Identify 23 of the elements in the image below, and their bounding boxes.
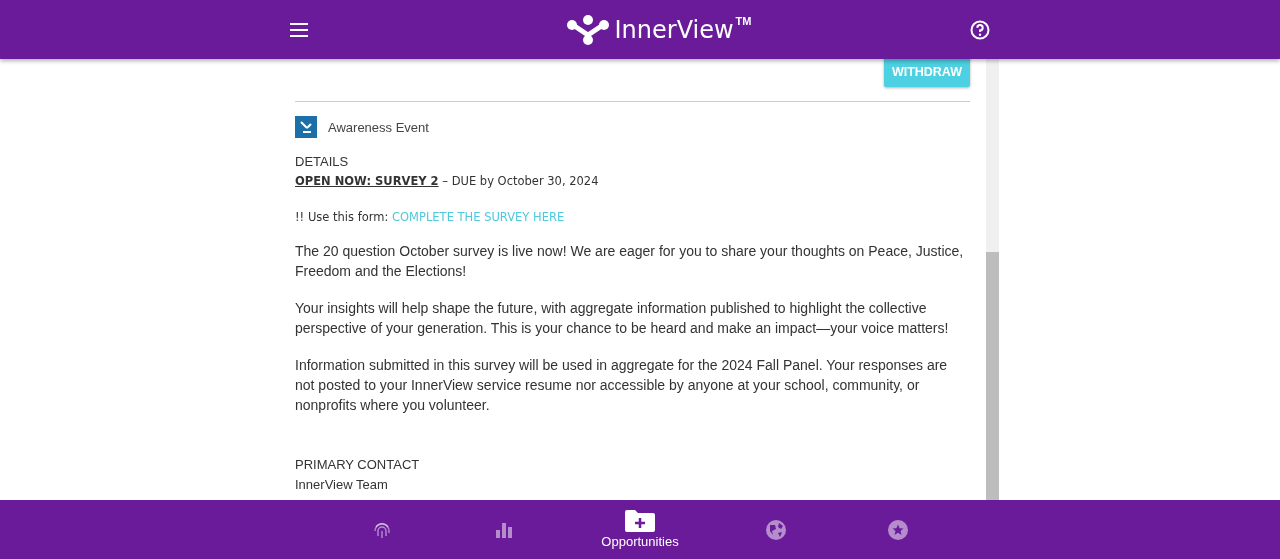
- due-date: – DUE by October 30, 2024: [441, 174, 599, 188]
- description-paragraph: Your insights will help shape the future, with aggregate information published to highlight the collective perspective of your generation. This is your chance to be heard and make an impact—your voice matters!: [295, 299, 950, 338]
- scrollbar[interactable]: [986, 59, 999, 500]
- help-icon[interactable]: [970, 19, 990, 40]
- bar-chart-icon: [495, 520, 513, 539]
- folder-plus-icon: [625, 510, 655, 532]
- survey-title: OPEN NOW: SURVEY 2: [295, 174, 439, 188]
- description-paragraph: Information submitted in this survey will be used in aggregate for the 2024 Fall Panel. Your responses are not posted to your InnerView service resume nor accessible by anyone at your school, community, or nonprofits where you volunteer.: [295, 356, 949, 415]
- category-label: Awareness Event: [328, 119, 429, 135]
- event-icon: [295, 116, 317, 138]
- menu-icon[interactable]: [290, 22, 308, 37]
- logo-icon: [566, 14, 609, 45]
- contact-name: InnerView Team: [295, 477, 389, 492]
- survey-link[interactable]: COMPLETE THE SURVEY HERE: [392, 210, 565, 224]
- withdraw-button[interactable]: WITHDRAW: [883, 59, 970, 87]
- globe-icon: [766, 519, 786, 540]
- brand-name: InnerView: [614, 15, 734, 44]
- details-heading: DETAILS: [295, 154, 350, 169]
- description-paragraph: The 20 question October survey is live now! We are eager for you to share your thoughts on Peace, Justice, Freedom and the Elections!: [295, 242, 965, 281]
- contact-heading: PRIMARY CONTACT: [295, 457, 421, 472]
- nav-tab[interactable]: Opportunities: [595, 510, 685, 549]
- form-prompt: !! Use this form:: [295, 210, 389, 224]
- trademark-mark: TM: [735, 14, 752, 27]
